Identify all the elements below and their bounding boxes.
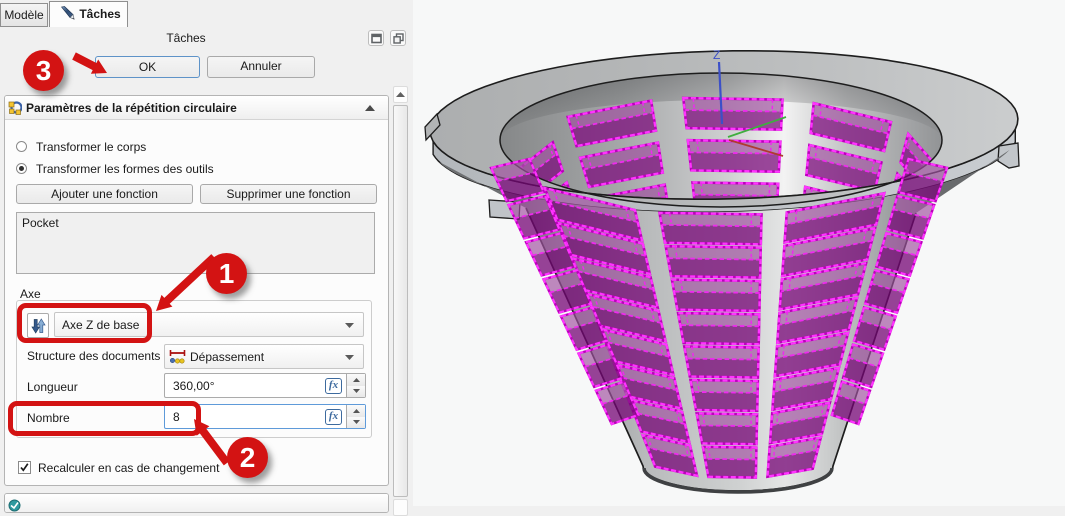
svg-text:Z: Z <box>713 48 720 62</box>
